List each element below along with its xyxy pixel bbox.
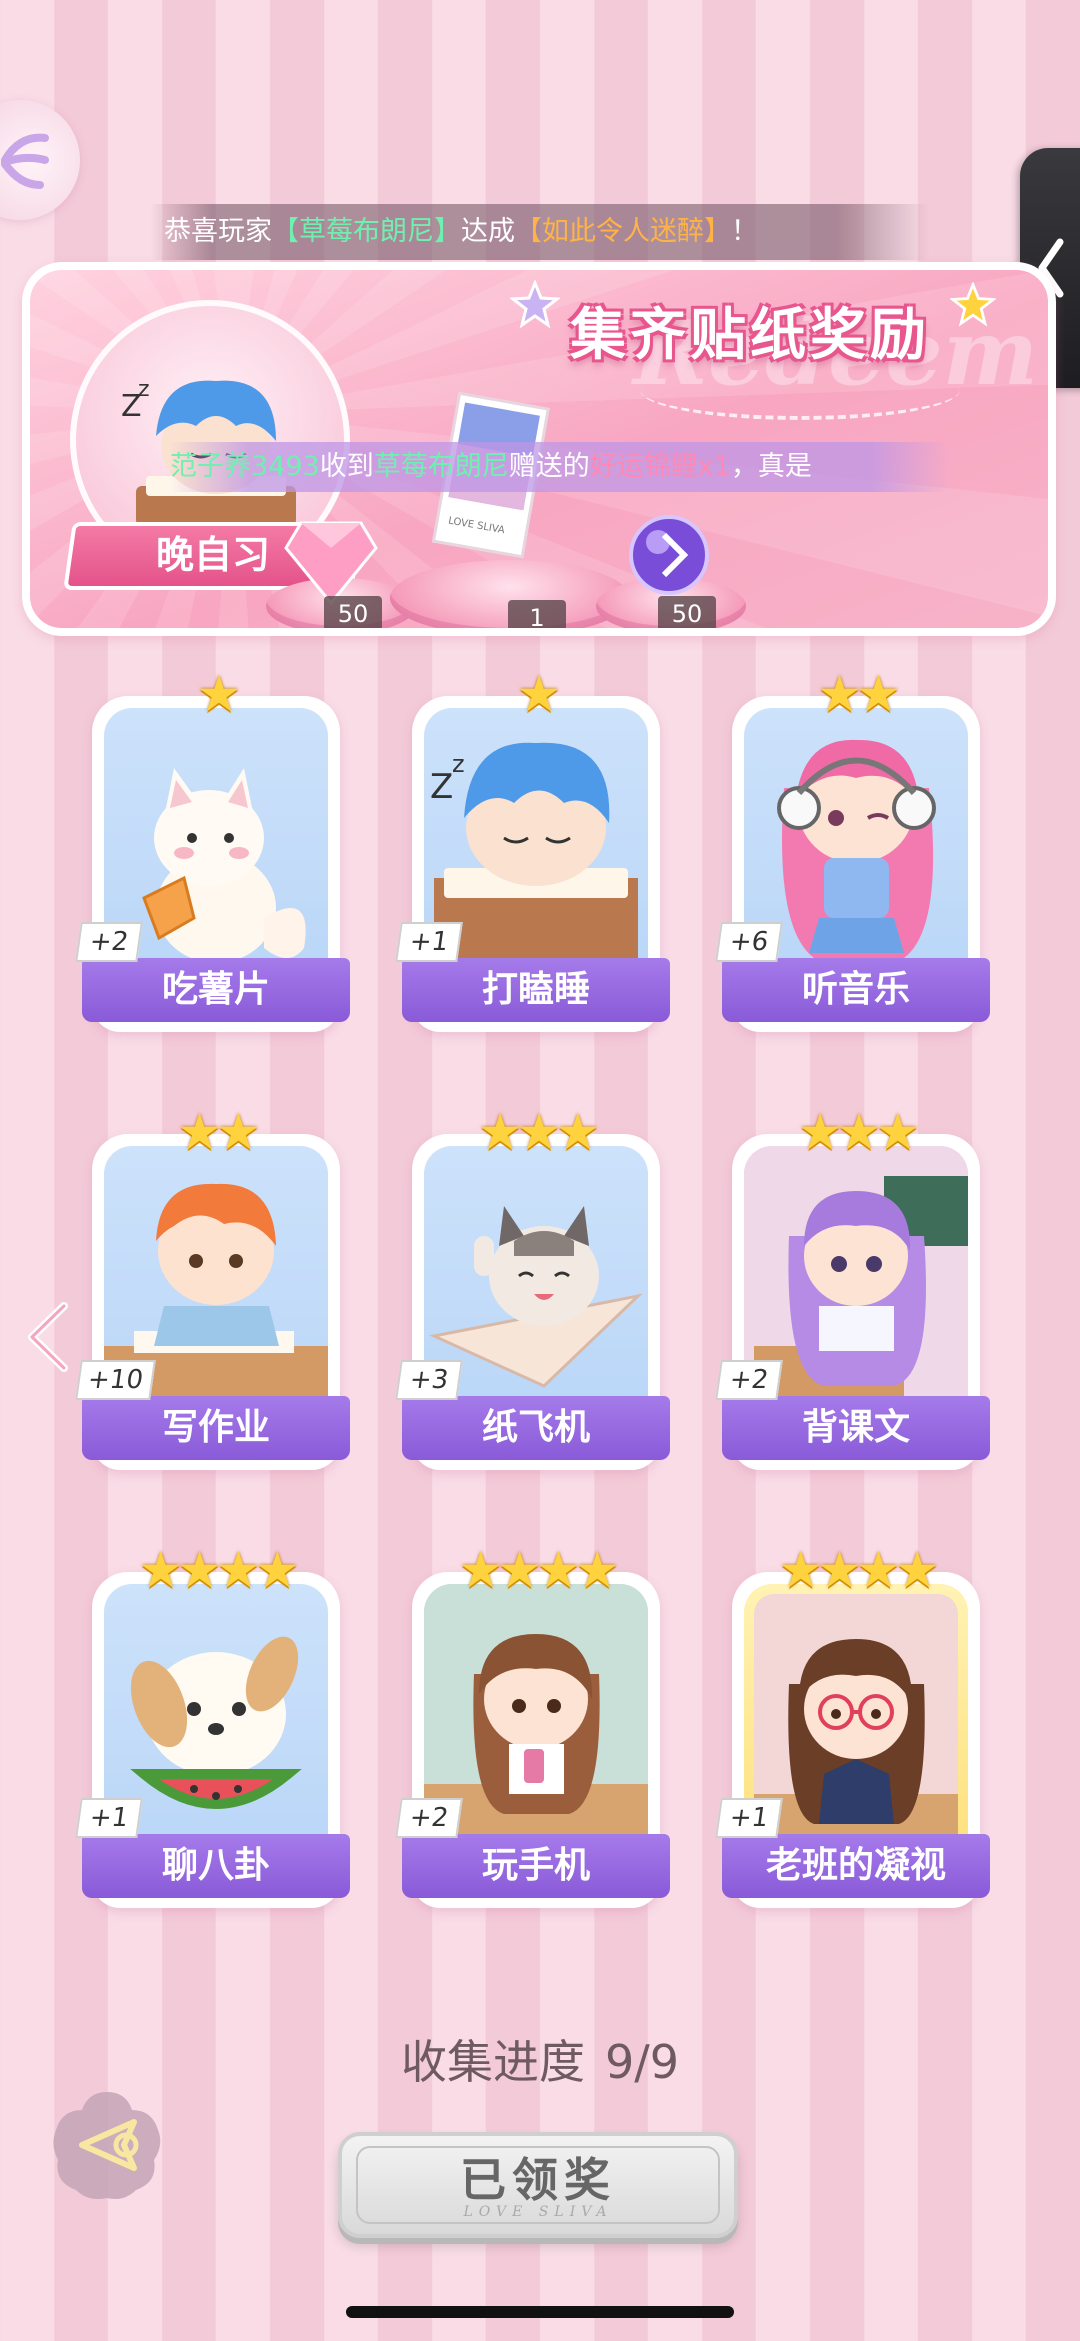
sticker-card[interactable]: ★ 吃薯片 +2 — [75, 665, 350, 1032]
pink-diamond-icon — [284, 521, 378, 606]
progress-label: 收集进度 — [400, 2035, 585, 2089]
star-rating: ★★ — [177, 1103, 261, 1161]
star-rating: ★★★ — [797, 1103, 920, 1161]
sticker-name: 听音乐 — [722, 958, 990, 1022]
svg-text:z: z — [452, 750, 465, 778]
achievement-announcement: 恭喜玩家【草莓布朗尼】达成【如此令人迷醉】！ — [150, 204, 930, 260]
sticker-bonus-badge: +3 — [395, 1360, 463, 1400]
banner-title: 集齐贴纸奖励 — [570, 303, 930, 368]
svg-text:z: z — [138, 377, 150, 402]
sticker-name: 背课文 — [722, 1396, 990, 1460]
star-rating: ★★ — [817, 665, 901, 723]
star-rating: ★★★★ — [458, 1541, 619, 1599]
back-button[interactable] — [48, 2086, 166, 2204]
reward-count: 50 — [658, 596, 716, 628]
sticker-card[interactable]: ★★★ 背课文 +2 — [715, 1103, 990, 1470]
sticker-bonus-badge: +2 — [75, 922, 143, 962]
progress-value: 9/9 — [604, 2035, 680, 2089]
sticker-card[interactable]: ★★★★ 玩手机 +2 — [395, 1541, 670, 1908]
sticker-bonus-badge: +1 — [715, 1798, 783, 1838]
sticker-card[interactable]: ★★★★ 聊八卦 +1 — [75, 1541, 350, 1908]
sticker-name: 玩手机 — [402, 1834, 670, 1898]
sticker-card[interactable]: ★★★★ 老班的凝视 +1 — [715, 1541, 990, 1908]
sticker-bonus-badge: +2 — [715, 1360, 783, 1400]
previous-page-arrow-icon[interactable] — [22, 1300, 72, 1374]
claimed-label: 已领奖 — [460, 2153, 616, 2207]
star-rating: ★ — [196, 665, 242, 723]
star-rating: ★ — [516, 665, 562, 723]
sticker-bonus-badge: +1 — [395, 922, 463, 962]
sticker-name: 纸飞机 — [402, 1396, 670, 1460]
sticker-card[interactable]: Z z ★ 打瞌睡 +1 — [395, 665, 670, 1032]
menu-swirl-button[interactable] — [0, 100, 80, 220]
gift-announcement: 范子养3493收到草莓布朗尼赠送的好运锦鲤x1，真是 — [170, 442, 950, 492]
sticker-card[interactable]: ★★★ 纸飞机 +3 — [395, 1103, 670, 1470]
star-rating: ★★★★ — [138, 1541, 299, 1599]
star-deco-icon — [950, 282, 996, 327]
sticker-bonus-badge: +10 — [75, 1360, 156, 1400]
swirl-icon — [1, 133, 49, 189]
reward-count: 50 — [324, 596, 382, 628]
star-rating: ★★★★ — [778, 1541, 939, 1599]
sticker-name: 打瞌睡 — [402, 958, 670, 1022]
sticker-card[interactable]: ★★ 听音乐 +6 — [715, 665, 990, 1032]
reward-count: 1 — [508, 600, 566, 628]
home-indicator — [346, 2306, 734, 2318]
sticker-card[interactable]: ★★ 写作业 +10 — [75, 1103, 350, 1470]
sticker-bonus-badge: +1 — [75, 1798, 143, 1838]
sticker-name: 老班的凝视 — [722, 1834, 990, 1898]
sticker-name: 聊八卦 — [82, 1834, 350, 1898]
collection-progress: 收集进度 9/9 — [0, 2026, 1080, 2092]
star-deco-icon — [510, 280, 560, 329]
claim-brand-text: LOVE SLIVA — [463, 2204, 613, 2220]
sticker-bonus-badge: +2 — [395, 1798, 463, 1838]
sticker-bonus-badge: +6 — [715, 922, 783, 962]
svg-text:Z: Z — [430, 767, 453, 807]
star-rating: ★★★ — [477, 1103, 600, 1161]
sticker-name: 写作业 — [82, 1396, 350, 1460]
purple-orb-icon — [629, 515, 709, 595]
sticker-name: 吃薯片 — [82, 958, 350, 1022]
claimed-button[interactable]: 已领奖 LOVE SLIVA — [338, 2132, 738, 2238]
